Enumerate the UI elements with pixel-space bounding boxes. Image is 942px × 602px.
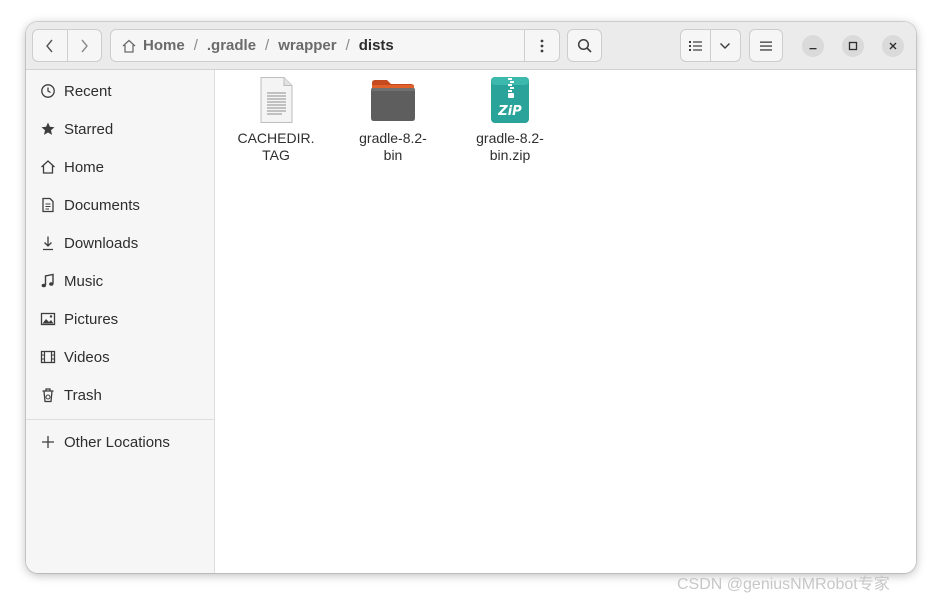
chevron-down-icon	[720, 42, 731, 49]
sidebar-item-trash[interactable]: Trash	[26, 377, 214, 413]
sidebar-item-label: Documents	[64, 196, 140, 214]
breadcrumb-home-label: Home	[143, 37, 185, 54]
plus-icon	[39, 433, 57, 451]
svg-text:ZiP: ZiP	[497, 104, 522, 119]
minimize-icon	[809, 48, 817, 50]
breadcrumb-separator: /	[345, 37, 350, 54]
path-bar: Home / .gradle / wrapper / dists	[110, 29, 560, 62]
sidebar-item-music[interactable]: Music	[26, 263, 214, 299]
sidebar-item-label: Pictures	[64, 310, 119, 328]
breadcrumb-separator: /	[265, 37, 270, 54]
breadcrumb-home[interactable]: Home	[111, 30, 185, 61]
trash-icon	[39, 386, 57, 404]
film-icon	[39, 348, 57, 366]
back-button[interactable]	[33, 30, 67, 61]
sidebar-item-label: Recent	[64, 82, 112, 100]
close-button[interactable]	[882, 35, 904, 57]
file-view: CACHEDIR. TAG gradle-8.2- bin ZiP gradle…	[215, 70, 916, 573]
file-item-cachedir-tag[interactable]: CACHEDIR. TAG	[221, 76, 331, 164]
navigation-buttons	[32, 29, 102, 62]
maximize-icon	[848, 41, 858, 51]
file-name: gradle-8.2- bin	[359, 130, 427, 163]
clock-icon	[39, 82, 57, 100]
zip-archive-icon: ZiP	[486, 76, 534, 124]
sidebar-item-label: Downloads	[64, 234, 139, 252]
breadcrumb-gradle[interactable]: .gradle	[207, 30, 256, 61]
file-name: gradle-8.2- bin.zip	[476, 130, 544, 163]
sidebar-item-label: Trash	[64, 386, 102, 404]
search-button[interactable]	[567, 29, 602, 62]
sidebar-item-videos[interactable]: Videos	[26, 339, 214, 375]
sidebar-item-starred[interactable]: Starred	[26, 111, 214, 147]
path-menu-button[interactable]	[524, 30, 559, 61]
sidebar: Recent Starred Home Documents Downloads …	[26, 70, 215, 573]
file-item-gradle-folder[interactable]: gradle-8.2- bin	[338, 76, 448, 164]
home-icon	[122, 39, 136, 53]
minimize-button[interactable]	[802, 35, 824, 57]
chevron-right-icon	[81, 39, 89, 52]
file-item-gradle-zip[interactable]: ZiP gradle-8.2- bin.zip	[455, 76, 565, 164]
chevron-left-icon	[45, 39, 53, 52]
view-options-dropdown[interactable]	[711, 30, 740, 61]
sidebar-item-documents[interactable]: Documents	[26, 187, 214, 223]
close-icon	[889, 42, 897, 50]
music-note-icon	[39, 272, 57, 290]
list-view-button[interactable]	[681, 30, 710, 61]
sidebar-item-downloads[interactable]: Downloads	[26, 225, 214, 261]
breadcrumb-separator: /	[193, 37, 198, 54]
text-file-icon	[252, 76, 300, 124]
breadcrumb-label: .gradle	[206, 37, 257, 54]
star-icon	[39, 120, 57, 138]
sidebar-item-label: Music	[64, 272, 104, 290]
download-icon	[39, 234, 57, 252]
list-view-icon	[688, 40, 702, 51]
sidebar-item-home[interactable]: Home	[26, 149, 214, 185]
sidebar-item-pictures[interactable]: Pictures	[26, 301, 214, 337]
sidebar-item-label: Videos	[64, 348, 110, 366]
main-menu-button[interactable]	[749, 29, 783, 62]
vertical-dots-icon	[540, 39, 544, 52]
sidebar-item-recent[interactable]: Recent	[26, 73, 214, 109]
image-icon	[39, 310, 57, 328]
sidebar-item-label: Home	[64, 158, 105, 176]
folder-icon	[369, 76, 417, 124]
breadcrumb-wrapper[interactable]: wrapper	[278, 30, 336, 61]
hamburger-menu-icon	[760, 41, 772, 51]
sidebar-item-label: Other Locations	[64, 433, 170, 451]
sidebar-item-other-locations[interactable]: Other Locations	[26, 424, 214, 460]
breadcrumb-current-label: dists	[358, 37, 394, 54]
search-icon	[577, 38, 592, 53]
header-bar: Home / .gradle / wrapper / dists	[26, 22, 916, 70]
sidebar-item-label: Starred	[64, 120, 114, 138]
sidebar-divider	[26, 419, 214, 420]
home-icon	[39, 158, 57, 176]
file-name: CACHEDIR. TAG	[237, 130, 315, 163]
forward-button[interactable]	[67, 30, 101, 61]
document-icon	[39, 196, 57, 214]
watermark-text: CSDN @geniusNMRobot专家	[677, 576, 890, 593]
breadcrumb-dists[interactable]: dists	[359, 30, 394, 61]
view-options-group	[680, 29, 741, 62]
file-manager-window: Home / .gradle / wrapper / dists Recent …	[26, 22, 916, 573]
maximize-button[interactable]	[842, 35, 864, 57]
breadcrumb-label: wrapper	[278, 37, 337, 54]
